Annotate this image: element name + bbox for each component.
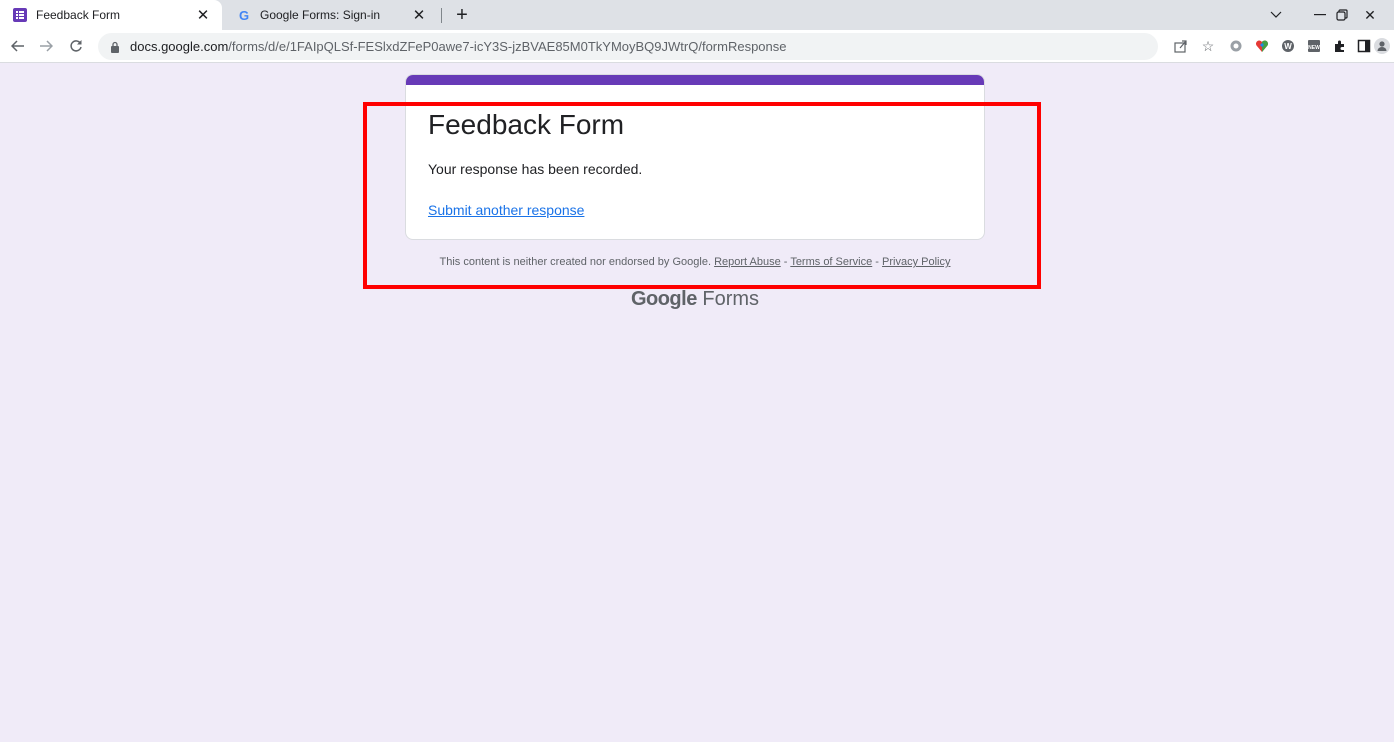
- tab-google-forms-sign-in[interactable]: G Google Forms: Sign-in ✕: [226, 0, 438, 30]
- close-tab-icon[interactable]: ✕: [408, 4, 430, 26]
- form-title: Feedback Form: [428, 109, 625, 140]
- terms-of-service-link[interactable]: Terms of Service: [790, 256, 872, 268]
- tab-title: Google Forms: Sign-in: [260, 8, 381, 22]
- address-bar[interactable]: docs.google.com/forms/d/e/1FAIpQLSf-FESl…: [98, 33, 1158, 60]
- privacy-policy-link[interactable]: Privacy Policy: [882, 256, 950, 268]
- google-forms-logo[interactable]: Google Forms: [0, 288, 1390, 311]
- form-accent-bar: [406, 75, 984, 85]
- url-path: /forms/d/e/1FAIpQLSf-FESlxdZFeP0awe7-icY…: [228, 39, 787, 54]
- forms-icon: [12, 7, 28, 23]
- side-panel-icon[interactable]: [1354, 36, 1374, 56]
- confirmation-message: Your response has been recorded.: [428, 161, 643, 177]
- form-response-card: Feedback Form Your response has been rec…: [405, 74, 985, 240]
- extension-w-icon[interactable]: W: [1278, 36, 1298, 56]
- page-scrollbar-track: [1390, 63, 1394, 742]
- svg-text:W: W: [1284, 42, 1292, 51]
- new-tab-button[interactable]: +: [450, 3, 474, 27]
- url-text: docs.google.com/forms/d/e/1FAIpQLSf-FESl…: [130, 39, 787, 54]
- separator: -: [780, 256, 791, 268]
- back-icon[interactable]: [6, 34, 30, 58]
- browser-toolbar: docs.google.com/forms/d/e/1FAIpQLSf-FESl…: [0, 30, 1394, 63]
- close-window-icon[interactable]: ✕: [1348, 0, 1392, 30]
- tab-feedback-form[interactable]: Feedback Form ✕: [0, 0, 222, 30]
- url-domain: docs.google.com: [130, 39, 229, 54]
- svg-text:G: G: [239, 8, 249, 22]
- forward-icon[interactable]: [34, 34, 58, 58]
- tab-divider: [441, 8, 442, 23]
- extension-gear-icon[interactable]: [1226, 36, 1246, 56]
- separator: -: [872, 256, 883, 268]
- tab-strip: Feedback Form ✕ G Google Forms: Sign-in …: [0, 0, 1394, 30]
- extension-color-heart-icon[interactable]: [1252, 36, 1272, 56]
- tab-title: Feedback Form: [36, 8, 121, 22]
- bookmark-star-icon[interactable]: ☆: [1198, 36, 1218, 56]
- lock-icon[interactable]: [110, 41, 122, 53]
- tab-search-icon[interactable]: [1254, 0, 1298, 30]
- share-icon[interactable]: [1171, 36, 1191, 56]
- footer-disclaimer: This content is neither created nor endo…: [0, 256, 1390, 268]
- google-g-icon: G: [236, 7, 252, 23]
- submit-another-response-link[interactable]: Submit another response: [428, 202, 584, 218]
- close-tab-icon[interactable]: ✕: [192, 4, 214, 26]
- disclaimer-text: This content is neither created nor endo…: [439, 256, 712, 268]
- reload-icon[interactable]: [64, 34, 88, 58]
- logo-forms-text: Forms: [702, 288, 760, 310]
- report-abuse-link[interactable]: Report Abuse: [714, 256, 781, 268]
- svg-text:NEW: NEW: [1308, 45, 1320, 51]
- extensions-puzzle-icon[interactable]: [1330, 36, 1350, 56]
- logo-google-text: Google: [630, 288, 697, 310]
- profile-avatar-icon[interactable]: [1372, 36, 1392, 56]
- extension-new-icon[interactable]: NEW: [1304, 36, 1324, 56]
